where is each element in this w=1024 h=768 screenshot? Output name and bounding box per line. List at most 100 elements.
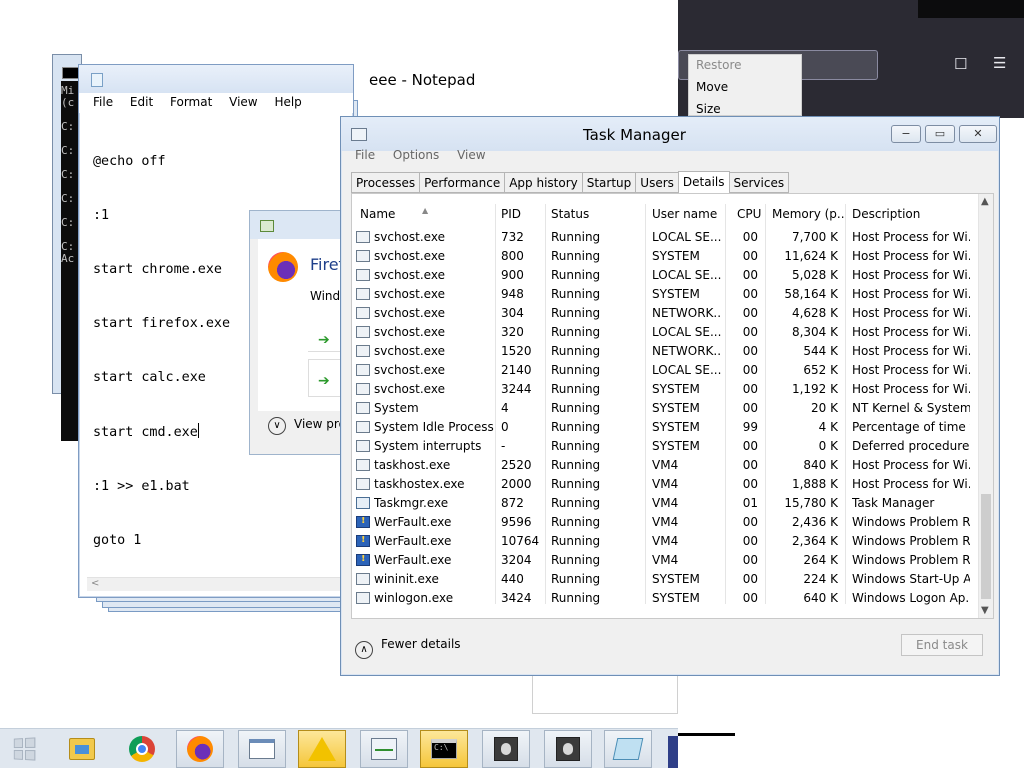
pocket-icon[interactable]: ☐ [954,55,967,73]
menu-item-size[interactable]: Size [689,99,801,115]
cell-desc: Windows Logon Ap... [852,591,970,605]
column-header-memory[interactable]: Memory (p... [768,204,846,226]
table-row[interactable]: taskhost.exe 2520 Running VM4 00 840 K Host Pr… [352,456,980,475]
table-row[interactable]: svchost.exe 800 Running SYSTEM 00 11,624 K Hos… [352,247,980,266]
taskbar-file-explorer[interactable] [58,730,106,768]
tab-app-history[interactable]: App history [504,172,583,193]
cell-mem: 264 K [803,553,838,567]
table-row[interactable]: wininit.exe 440 Running SYSTEM 00 224 K Window… [352,570,980,589]
taskbar-cmd[interactable]: C:\ [420,730,468,768]
table-row[interactable]: svchost.exe 1520 Running NETWORK... 00 544 K H… [352,342,980,361]
table-row[interactable]: svchost.exe 900 Running LOCAL SE... 00 5,028 … [352,266,980,285]
menu-help[interactable]: Help [274,95,301,109]
table-row[interactable]: svchost.exe 732 Running LOCAL SE... 00 7,700 … [352,228,980,247]
table-row[interactable]: Taskmgr.exe 872 Running VM4 01 15,780 K Task M… [352,494,980,513]
process-icon [356,269,370,281]
taskbar-task-manager[interactable] [360,730,408,768]
cell-name: taskhost.exe [374,458,451,472]
table-row[interactable]: WerFault.exe 10764 Running VM4 00 2,364 K Wind… [352,532,980,551]
column-header-name[interactable]: Name ▲ [356,204,494,226]
column-header-status[interactable]: Status [547,204,643,226]
arrow-right-icon[interactable]: ➔ [318,373,330,389]
table-row[interactable]: svchost.exe 2140 Running LOCAL SE... 00 652 K… [352,361,980,380]
column-header-user-name[interactable]: User name [648,204,724,226]
taskbar-warning[interactable] [298,730,346,768]
task-manager-title-bar[interactable]: Task Manager − ▭ ✕ [341,117,999,151]
fewer-details-button[interactable]: ∧ Fewer details [355,637,461,659]
maximize-button[interactable]: ▭ [925,125,955,143]
taskbar-chrome[interactable] [118,730,166,768]
table-row[interactable]: svchost.exe 948 Running SYSTEM 00 58,164 K Hos… [352,285,980,304]
taskbar-wer[interactable] [544,730,592,768]
scroll-thumb[interactable] [981,494,991,599]
table-row[interactable]: svchost.exe 304 Running NETWORK... 00 4,628 K… [352,304,980,323]
scroll-down-icon[interactable]: ▼ [981,605,989,616]
table-row[interactable]: winlogon.exe 3424 Running SYSTEM 00 640 K Wind… [352,589,980,608]
table-row[interactable]: System 4 Running SYSTEM 00 20 K NT Kernel & Sy… [352,399,980,418]
cell-mem: 652 K [803,363,838,377]
start-button[interactable] [0,730,48,768]
scroll-up-icon[interactable]: ▲ [981,196,989,207]
menu-view[interactable]: View [229,95,257,109]
tab-startup[interactable]: Startup [581,172,637,193]
close-button[interactable]: ✕ [959,125,997,143]
table-row[interactable]: taskhostex.exe 2000 Running VM4 00 1,888 K Hos… [352,475,980,494]
tab-services[interactable]: Services [728,172,790,193]
taskbar-wer[interactable] [482,730,530,768]
tab-processes[interactable]: Processes [351,172,421,193]
cell-name: svchost.exe [374,325,445,339]
notepad-icon [91,73,103,87]
menu-file[interactable]: File [355,148,375,162]
cell-name: Taskmgr.exe [374,496,449,510]
dialog-title-bar[interactable] [250,211,348,239]
menu-item-restore[interactable]: Restore [689,55,801,77]
process-icon [356,231,370,243]
hamburger-menu-icon[interactable]: ☰ [993,54,1006,72]
tab-users[interactable]: Users [635,172,679,193]
cell-desc: Host Process for Wi... [852,306,970,320]
tab-details[interactable]: Details [677,171,730,195]
table-row[interactable]: System Idle Process 0 Running SYSTEM 99 4 K Pe… [352,418,980,437]
taskbar-notepad[interactable] [604,730,652,768]
task-manager-icon [351,128,367,141]
arrow-right-icon[interactable]: ➔ [318,332,330,348]
notepad-title-bar[interactable]: eee - Notepad [79,65,475,93]
task-manager-window[interactable]: Task Manager − ▭ ✕ File Options View Pro… [340,116,1000,676]
cell-status: Running [551,439,601,453]
tab-performance[interactable]: Performance [419,172,506,193]
scroll-left-icon[interactable]: < [91,578,99,589]
process-icon [356,573,370,585]
table-row[interactable]: svchost.exe 3244 Running SYSTEM 00 1,192 K Hos… [352,380,980,399]
notepad-title: eee - Notepad [369,71,476,89]
column-header-description[interactable]: Description [848,204,972,226]
menu-edit[interactable]: Edit [130,95,153,109]
taskbar-window[interactable] [238,730,286,768]
task-manager-title: Task Manager [583,126,686,144]
column-header-cpu[interactable]: CPU [733,204,769,226]
cell-mem: 11,624 K [784,249,838,263]
table-row[interactable]: svchost.exe 320 Running LOCAL SE... 00 8,304 … [352,323,980,342]
cell-name: System [374,401,419,415]
cell-user: VM4 [652,515,679,529]
menu-item-move[interactable]: Move [689,77,801,99]
table-row[interactable]: WerFault.exe 9596 Running VM4 00 2,436 K Windo… [352,513,980,532]
end-task-button[interactable]: End task [901,634,983,656]
table-row[interactable]: System interrupts - Running SYSTEM 00 0 K Defe… [352,437,980,456]
cell-name: svchost.exe [374,230,445,244]
firefox-dialog[interactable]: Firef Windo ➔ ➔ ∨ View pro [249,210,350,455]
view-more-toggle[interactable]: ∨ View pro [268,417,346,435]
cell-mem: 1,192 K [791,382,838,396]
taskbar-firefox[interactable] [176,730,224,768]
menu-format[interactable]: Format [170,95,212,109]
minimize-button[interactable]: − [891,125,921,143]
cell-pid: 3244 [501,382,532,396]
cell-cpu: 01 [742,496,758,510]
cell-name: taskhostex.exe [374,477,465,491]
menu-view[interactable]: View [457,148,485,162]
menu-options[interactable]: Options [393,148,439,162]
table-row[interactable]: WerFault.exe 3204 Running VM4 00 264 K Windows… [352,551,980,570]
column-header-pid[interactable]: PID [497,204,545,226]
menu-file[interactable]: File [93,95,113,109]
horizontal-scrollbar[interactable]: < [87,577,353,591]
vertical-scrollbar[interactable]: ▲ ▼ [978,194,993,618]
